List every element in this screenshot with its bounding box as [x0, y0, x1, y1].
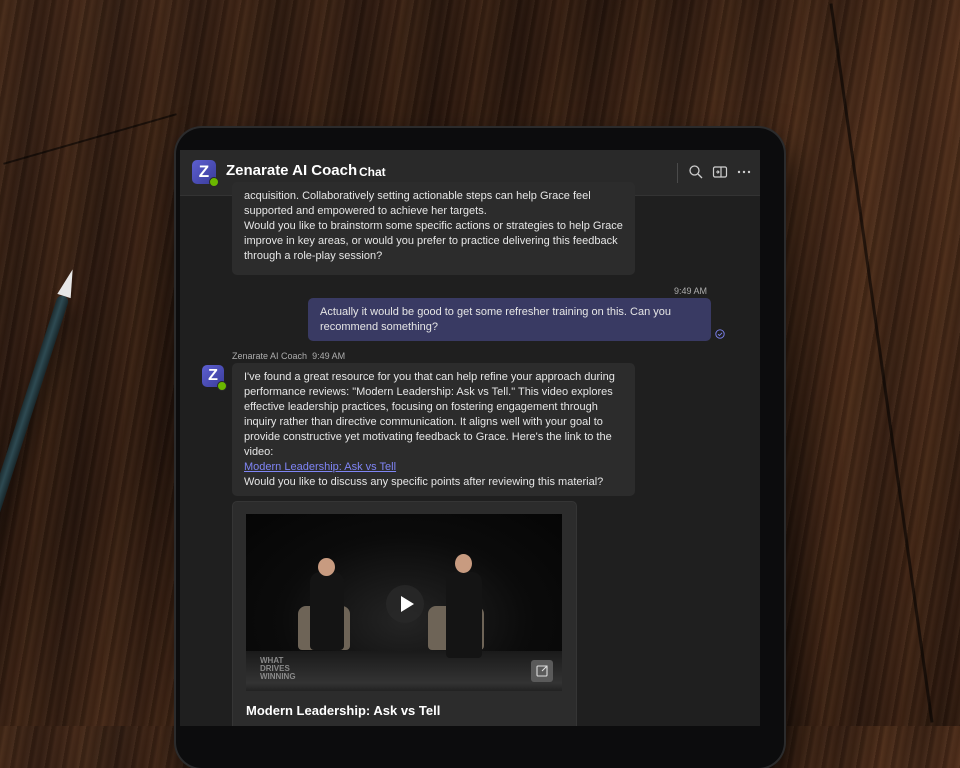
bot-avatar-letter: Z [208, 367, 218, 384]
wood-plank-gap [3, 113, 177, 165]
play-button[interactable] [386, 585, 424, 623]
teams-chat-window: Z Zenarate AI Coach Chat acquisition. Co… [180, 150, 760, 726]
bot-message-previous: acquisition. Collaboratively setting act… [232, 182, 635, 275]
search-icon[interactable] [688, 164, 704, 180]
user-message: Actually it would be good to get some re… [308, 298, 711, 341]
speaker-right [446, 572, 482, 658]
presence-available-icon [209, 177, 219, 187]
message-closing: Would you like to discuss any specific p… [244, 476, 604, 488]
chat-thread[interactable]: acquisition. Collaboratively setting act… [180, 182, 760, 726]
open-external-icon [536, 665, 548, 677]
speaker-right-head [455, 554, 472, 573]
message-paragraph: Would you like to brainstorm some specif… [244, 220, 623, 262]
speaker-left-head [318, 558, 335, 576]
bot-message-header: Zenarate AI Coach 9:49 AM [232, 351, 345, 361]
bot-message: I've found a great resource for you that… [232, 363, 635, 496]
tab-chat[interactable]: Chat [359, 165, 386, 179]
app-logo-letter: Z [198, 162, 210, 181]
message-timestamp: 9:49 AM [312, 351, 346, 361]
user-message-timestamp: 9:49 AM [674, 286, 708, 296]
video-preview-card[interactable]: WHAT DRIVES WINNING Modern Leadership: A… [232, 501, 577, 726]
message-paragraph: acquisition. Collaboratively setting act… [244, 190, 591, 217]
watermark-line: WINNING [260, 672, 296, 681]
wood-plank-gap [829, 3, 934, 723]
video-link[interactable]: Modern Leadership: Ask vs Tell [244, 461, 396, 473]
sender-name: Zenarate AI Coach [232, 351, 308, 361]
video-watermark: WHAT DRIVES WINNING [260, 657, 310, 681]
stylus-tip [57, 267, 80, 299]
popout-icon[interactable] [712, 164, 728, 180]
header-divider [677, 163, 678, 183]
message-sent-check-icon [715, 329, 725, 339]
open-external-button[interactable] [531, 660, 553, 682]
more-options-icon[interactable] [736, 164, 752, 180]
message-body: I've found a great resource for you that… [244, 371, 615, 458]
presence-available-icon [217, 381, 227, 391]
stylus-pencil [0, 267, 80, 745]
video-thumbnail[interactable]: WHAT DRIVES WINNING [246, 514, 562, 691]
play-icon [401, 596, 414, 612]
speaker-left [310, 572, 344, 650]
user-message-text: Actually it would be good to get some re… [320, 306, 671, 333]
video-card-title[interactable]: Modern Leadership: Ask vs Tell [246, 703, 440, 718]
app-title: Zenarate AI Coach [226, 162, 358, 179]
